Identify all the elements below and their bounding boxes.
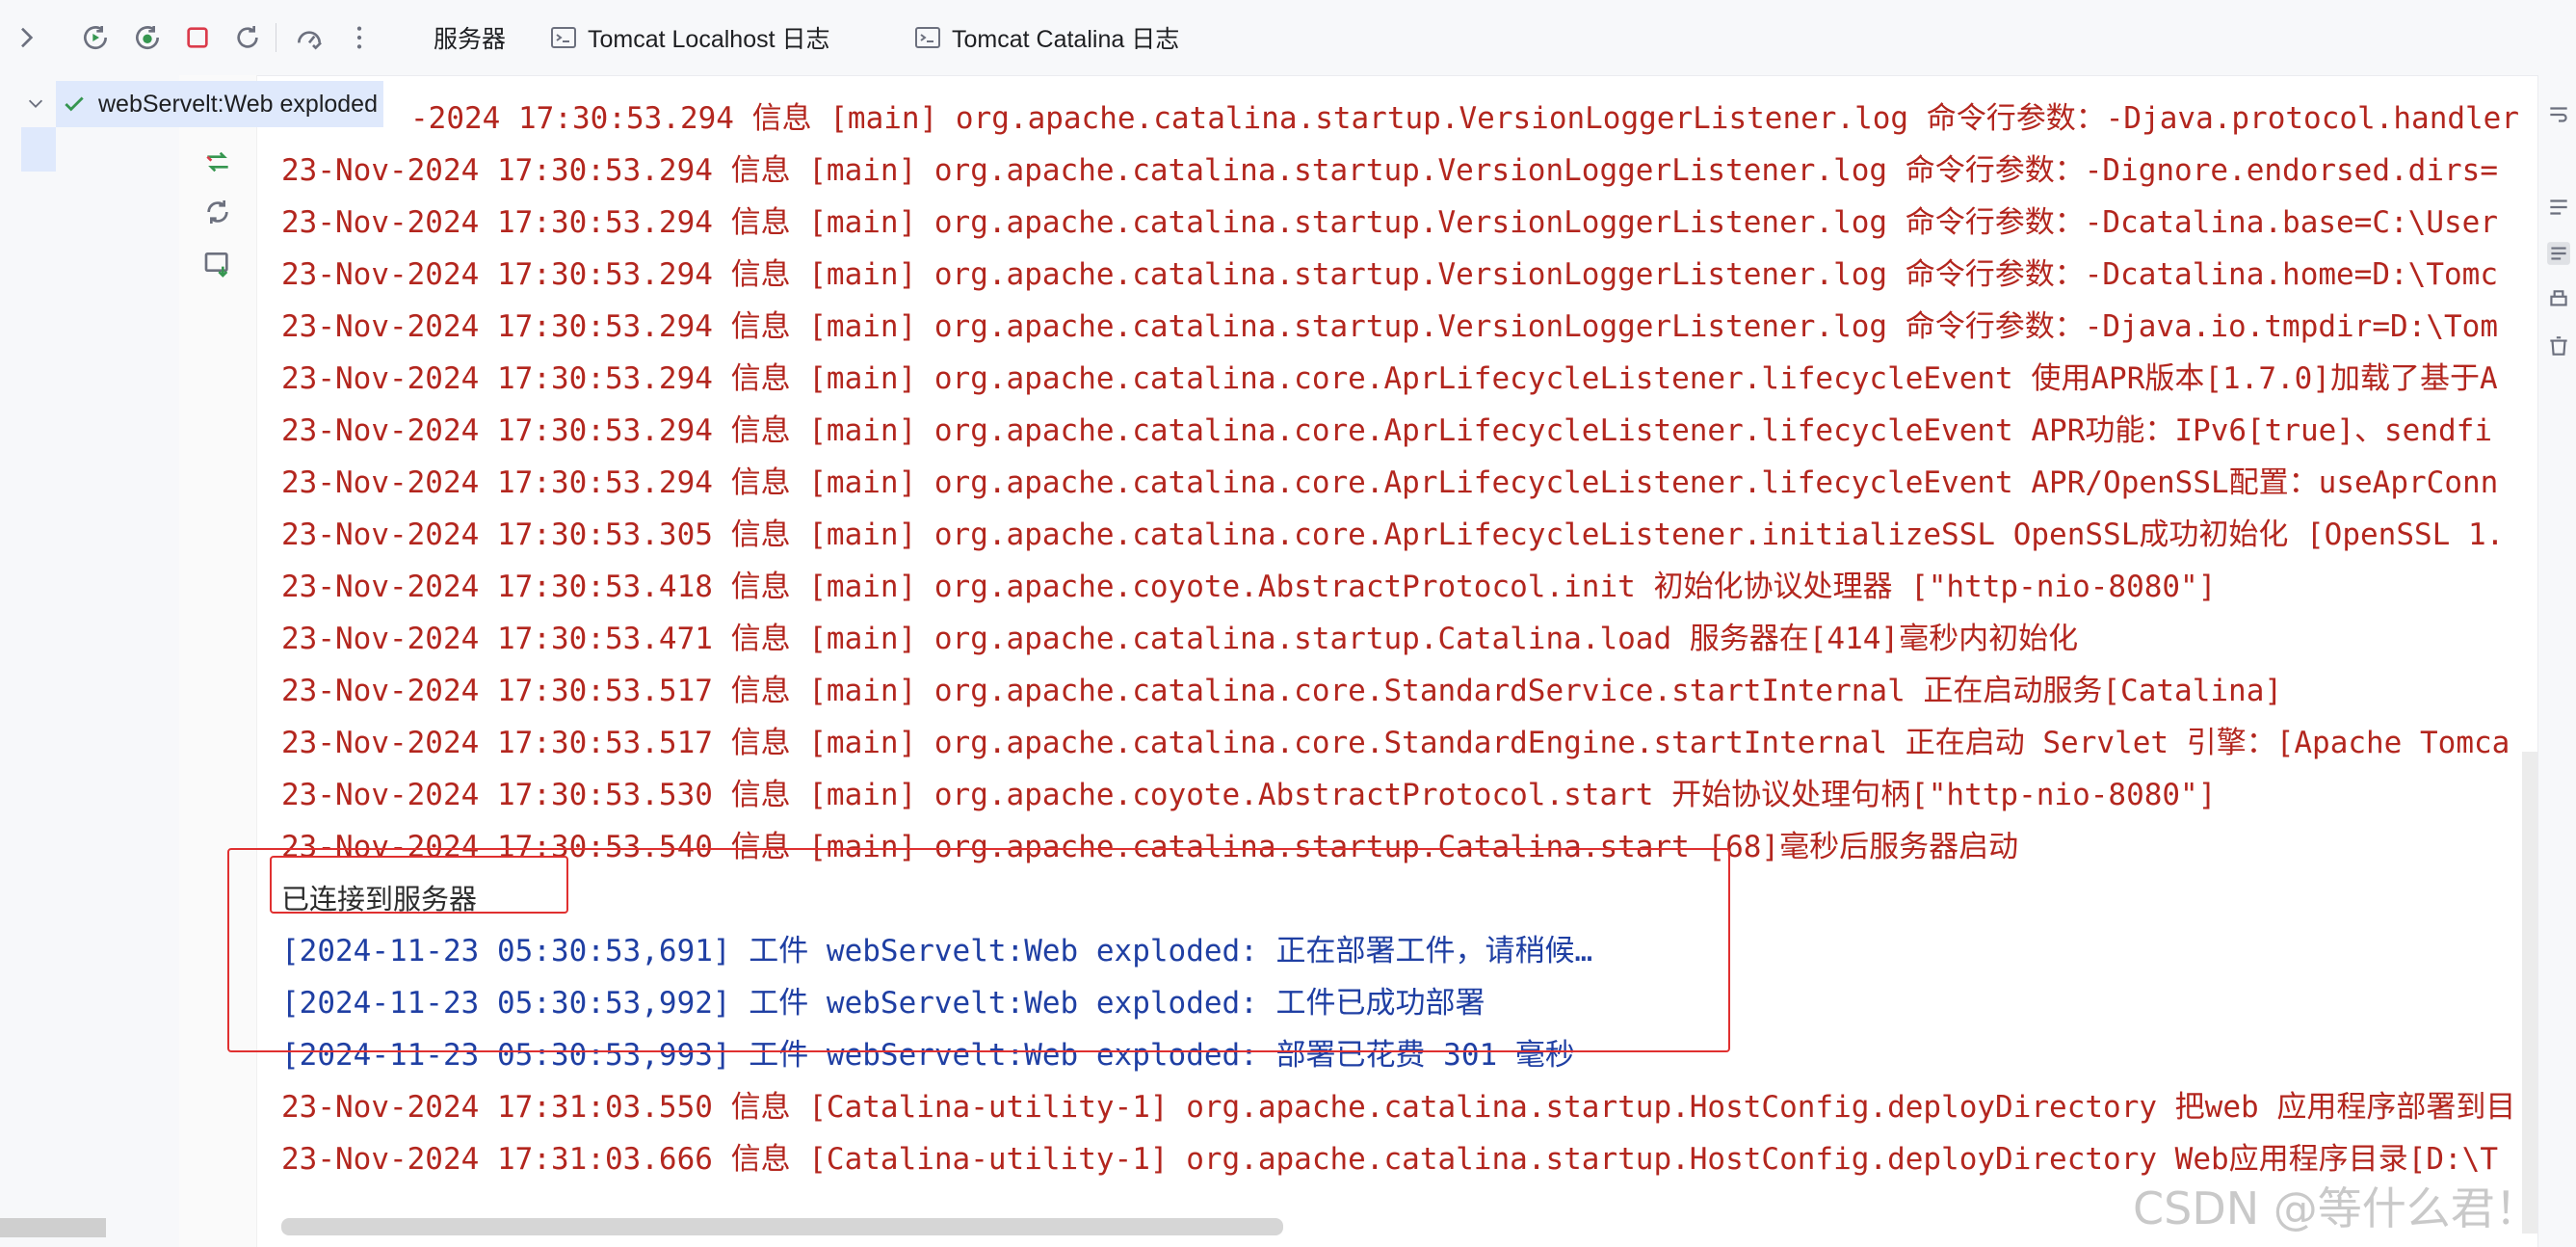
server-tree-panel bbox=[58, 75, 180, 1247]
refresh-icon[interactable] bbox=[193, 191, 243, 233]
tab-tomcat-catalina-log-label: Tomcat Catalina 日志 bbox=[952, 26, 1180, 53]
log-line: 23-Nov-2024 17:30:53.294 信息 [main] org.a… bbox=[281, 465, 2499, 500]
tab-tomcat-localhost-log[interactable]: Tomcat Localhost 日志 bbox=[551, 0, 830, 75]
log-line: 23-Nov-2024 17:30:53.517 信息 [main] org.a… bbox=[281, 726, 2510, 760]
log-line: 23-Nov-2024 17:30:53.418 信息 [main] org.a… bbox=[281, 570, 2217, 604]
chevron-down-icon[interactable] bbox=[25, 93, 46, 114]
stop-icon[interactable] bbox=[179, 19, 216, 56]
horizontal-scrollbar[interactable] bbox=[281, 1218, 1283, 1235]
watermark: CSDN @等什么君！ bbox=[2133, 1182, 2539, 1234]
debug-icon[interactable] bbox=[129, 19, 166, 56]
log-icon bbox=[551, 27, 576, 48]
log-line: 23-Nov-2024 17:30:53.530 信息 [main] org.a… bbox=[281, 778, 2217, 812]
log-icon bbox=[915, 27, 940, 48]
tree-item-label: webServelt:Web exploded bbox=[98, 90, 378, 118]
log-line: 23-Nov-2024 17:30:53.294 信息 [main] org.a… bbox=[281, 309, 2498, 344]
log-line: 23-Nov-2024 17:30:53.294 信息 [main] org.a… bbox=[281, 257, 2498, 292]
expand-chevron-icon[interactable] bbox=[8, 19, 44, 56]
tab-tomcat-catalina-log[interactable]: Tomcat Catalina 日志 bbox=[915, 0, 1179, 75]
toolbar: 服务器 Tomcat Localhost 日志 Tomcat Catalina … bbox=[0, 0, 2576, 76]
check-icon bbox=[65, 96, 84, 112]
left-strip bbox=[0, 75, 59, 1247]
tab-tomcat-localhost-log-label: Tomcat Localhost 日志 bbox=[588, 26, 830, 53]
right-toolbar bbox=[2537, 75, 2576, 1247]
update-icon[interactable] bbox=[193, 243, 243, 285]
soft-wrap-icon[interactable] bbox=[2546, 102, 2571, 127]
scroll-to-end-icon[interactable] bbox=[2546, 195, 2571, 220]
log-line: 23-Nov-2024 17:30:53.471 信息 [main] org.a… bbox=[281, 622, 2079, 656]
tab-servers[interactable]: 服务器 bbox=[434, 0, 506, 75]
connected-highlight-box bbox=[270, 856, 568, 914]
dashboard-icon[interactable] bbox=[291, 19, 328, 56]
tree-item-artifact[interactable]: webServelt:Web exploded bbox=[56, 81, 383, 127]
scroll-to-end-active-icon[interactable] bbox=[2546, 241, 2571, 266]
log-line: 23-Nov-2024 17:30:53.294 信息 [main] org.a… bbox=[281, 153, 2498, 188]
log-line: 23-Nov-2024 17:30:53.517 信息 [main] org.a… bbox=[281, 674, 2283, 708]
console-output[interactable]: -2024 17:30:53.294 信息 [main] org.apache.… bbox=[256, 75, 2537, 1247]
log-line: 23-Nov-2024 17:30:53.305 信息 [main] org.a… bbox=[281, 517, 2505, 552]
more-icon[interactable] bbox=[341, 19, 378, 56]
rerun-icon[interactable] bbox=[229, 19, 266, 56]
run-icon[interactable] bbox=[77, 19, 114, 56]
log-line: -2024 17:30:53.294 信息 [main] org.apache.… bbox=[410, 101, 2520, 136]
log-line: 23-Nov-2024 17:30:53.294 信息 [main] org.a… bbox=[281, 361, 2498, 396]
log-line: 23-Nov-2024 17:30:53.294 信息 [main] org.a… bbox=[281, 413, 2492, 448]
deploy-icon[interactable] bbox=[193, 141, 243, 183]
tree-scrollbar[interactable] bbox=[0, 1218, 106, 1237]
clear-icon[interactable] bbox=[2546, 333, 2571, 358]
log-line: 23-Nov-2024 17:30:53.294 信息 [main] org.a… bbox=[281, 205, 2498, 240]
log-line: 23-Nov-2024 17:31:03.550 信息 [Catalina-ut… bbox=[281, 1090, 2516, 1125]
selection-indicator bbox=[21, 127, 56, 172]
tab-servers-label: 服务器 bbox=[434, 26, 507, 53]
print-icon[interactable] bbox=[2546, 287, 2571, 312]
